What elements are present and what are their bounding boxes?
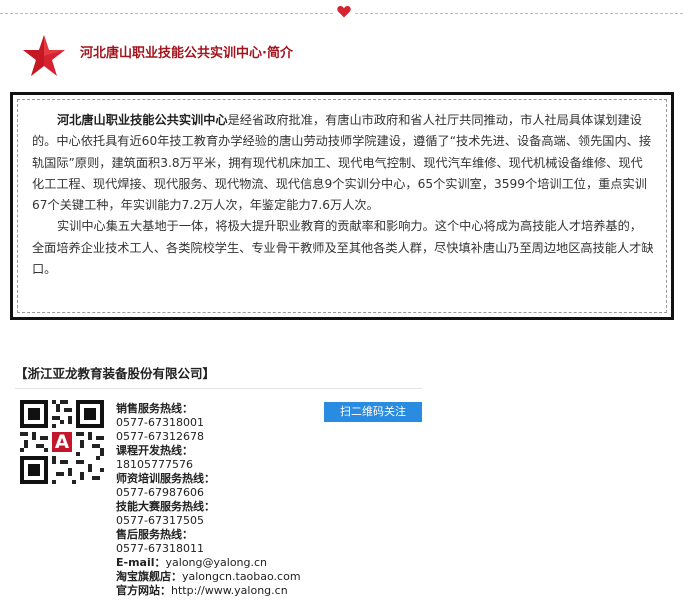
intro-p1-text: 是经省政府批准，有唐山市政府和省人社厅共同推动，市人社局具体谋划建设的。中心依托… — [32, 113, 652, 213]
svg-text:A: A — [55, 432, 70, 453]
contact-value: 0577-67987606 — [116, 486, 204, 499]
contact-label: 技能大赛服务热线： — [116, 500, 215, 513]
contact-value[interactable]: yalong@yalong.cn — [166, 556, 268, 569]
contact-label: 课程开发热线： — [116, 444, 193, 457]
contact-label: 师资培训服务热线： — [116, 472, 215, 485]
contact-row: 0577-67318011 — [116, 542, 301, 556]
contact-row: 技能大赛服务热线： — [116, 500, 301, 514]
contact-row: 课程开发热线： — [116, 444, 301, 458]
contact-value: 0577-67318001 — [116, 416, 204, 429]
company-divider — [15, 388, 422, 389]
star-icon — [22, 34, 66, 78]
contact-value: 0577-67312678 — [116, 430, 204, 443]
intro-text: 河北唐山职业技能公共实训中心是经省政府批准，有唐山市政府和省人社厅共同推动，市人… — [17, 99, 667, 313]
contact-row: 0577-67318001 — [116, 416, 301, 430]
scan-qr-follow-button[interactable]: 扫二维码关注 — [324, 402, 422, 422]
contact-row: 0577-67987606 — [116, 486, 301, 500]
contact-row: 售后服务热线： — [116, 528, 301, 542]
page-title: 河北唐山职业技能公共实训中心·简介 — [80, 46, 293, 61]
contact-row: 师资培训服务热线： — [116, 472, 301, 486]
contact-value[interactable]: yalongcn.taobao.com — [182, 570, 301, 583]
contact-row: 淘宝旗舰店：yalongcn.taobao.com — [116, 570, 301, 584]
contact-label: 官方网站： — [116, 584, 171, 597]
contact-row: 0577-67312678 — [116, 430, 301, 444]
intro-paragraph-1: 河北唐山职业技能公共实训中心是经省政府批准，有唐山市政府和省人社厅共同推动，市人… — [32, 110, 654, 216]
contact-row: E-mail：yalong@yalong.cn — [116, 556, 301, 570]
contact-value: 18105777576 — [116, 458, 193, 471]
contact-value[interactable]: http://www.yalong.cn — [171, 584, 288, 597]
contact-label: 售后服务热线： — [116, 528, 193, 541]
intro-org-name: 河北唐山职业技能公共实训中心 — [57, 113, 228, 127]
heart-icon — [335, 5, 353, 19]
contact-value: 0577-67318011 — [116, 542, 204, 555]
contact-label: 淘宝旗舰店： — [116, 570, 182, 583]
company-title: 【浙江亚龙教育装备股份有限公司】 — [15, 366, 216, 381]
contact-list: 销售服务热线： 0577-67318001 0577-67312678 课程开发热线：… — [116, 402, 301, 598]
contact-label: 销售服务热线： — [116, 402, 193, 415]
contact-row: 18105777576 — [116, 458, 301, 472]
qr-code-icon: A — [20, 400, 104, 484]
intro-box: 河北唐山职业技能公共实训中心是经省政府批准，有唐山市政府和省人社厅共同推动，市人… — [10, 92, 674, 320]
contact-label: E-mail： — [116, 556, 166, 569]
contact-row: 销售服务热线： — [116, 402, 301, 416]
contact-row: 官方网站：http://www.yalong.cn — [116, 584, 301, 598]
contact-value: 0577-67317505 — [116, 514, 204, 527]
contact-row: 0577-67317505 — [116, 514, 301, 528]
intro-paragraph-2: 实训中心集五大基地于一体，将极大提升职业教育的贡献率和影响力。这个中心将成为高技… — [32, 219, 654, 277]
